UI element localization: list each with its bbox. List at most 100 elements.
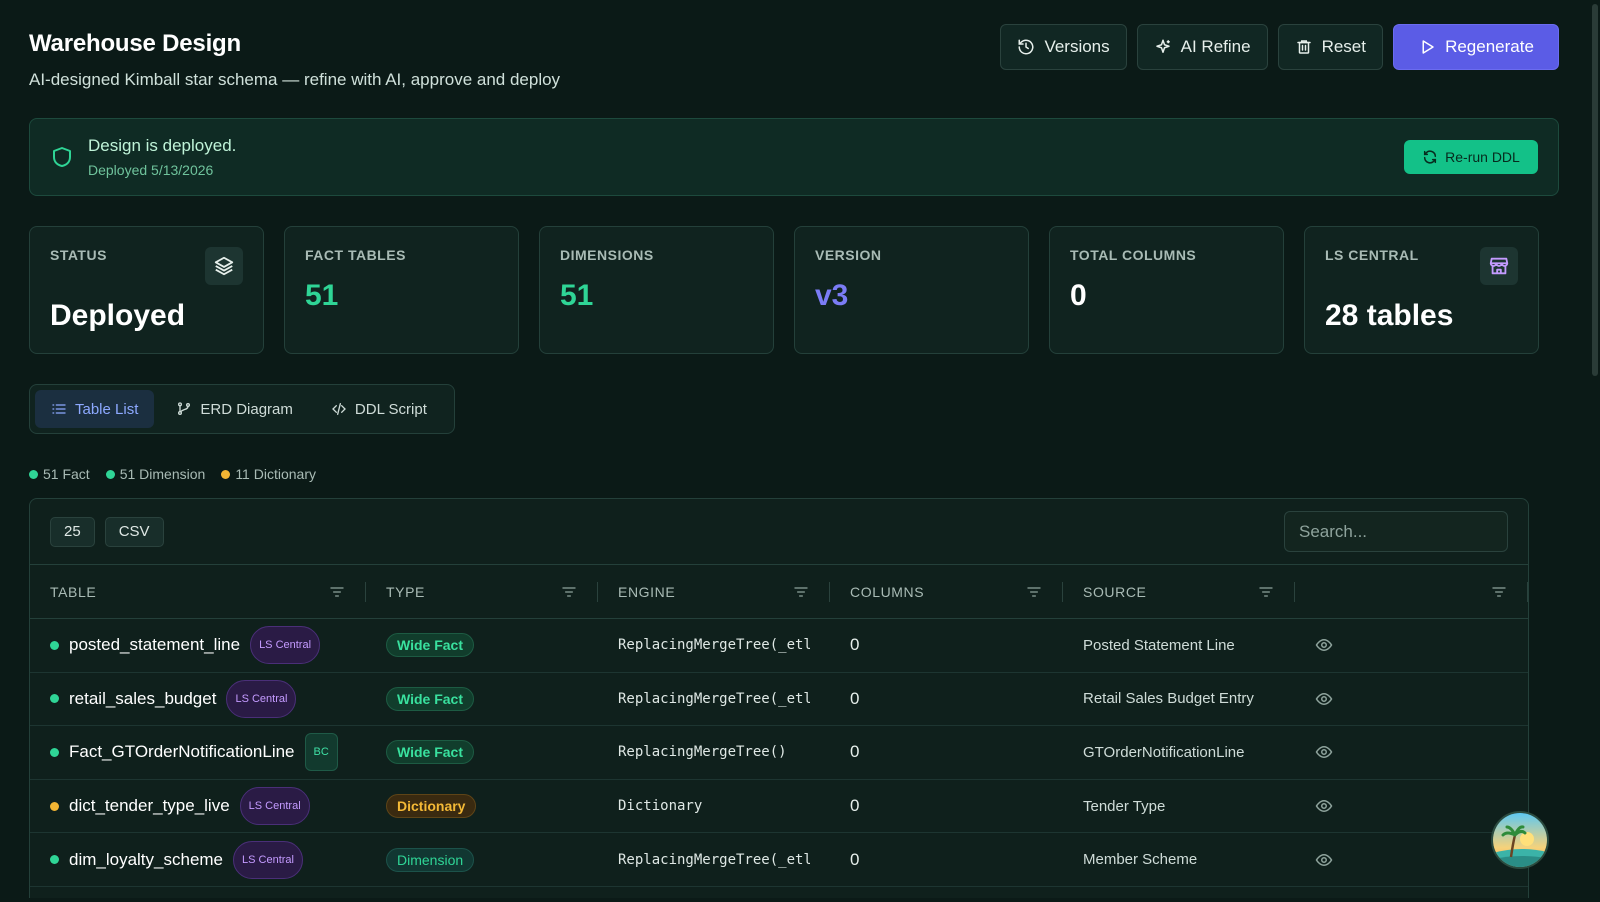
cell-columns: 0 [830,796,1063,816]
header-label: COLUMNS [850,583,925,600]
tab-label: ERD Diagram [200,400,293,418]
cell-source: Retail Sales Budget Entry [1063,690,1295,707]
table-row[interactable]: posted_statement_line LS Central Wide Fac… [30,619,1528,673]
cell-source: GTOrderNotificationLine [1063,744,1295,761]
stat-value: v3 [815,279,849,312]
page-scrollbar[interactable] [1590,0,1600,902]
tab-table-list[interactable]: Table List [35,390,155,428]
table-header: TABLE TYPE ENGINE COLUMNS SOURCE [30,565,1528,619]
cell-actions [1295,690,1528,708]
versions-button[interactable]: Versions [1000,24,1127,70]
sparkles-icon [1155,39,1170,53]
cell-actions [1295,851,1528,869]
eye-icon[interactable] [1315,690,1333,708]
filter-icon[interactable] [1258,584,1274,600]
filter-icon[interactable] [793,584,809,600]
table-row[interactable]: retail_sales_budget LS Central Wide Fact … [30,673,1528,727]
page-header: Warehouse Design AI-designed Kimball sta… [29,24,1559,94]
cell-columns: 0 [830,742,1063,762]
cell-engine: Dictionary [598,798,830,814]
column-header-type[interactable]: TYPE [366,581,598,602]
ai-refine-label: AI Refine [1180,37,1251,56]
trash-icon [1296,40,1311,54]
columns-count: 0 [850,796,860,816]
table-name: posted_statement_line [69,635,241,655]
stats-row: STATUS Deployed FACT TABLES 51 DIMENSION… [29,226,1559,354]
cell-columns: 0 [830,850,1063,870]
cell-columns: 0 [830,689,1063,709]
cell-engine: ReplacingMergeTree(_etl_ [598,637,830,653]
legend-dictionary: 11 Dictionary [221,466,316,482]
legend-label: 11 Dictionary [235,466,316,482]
header-label: TYPE [386,583,425,600]
cell-table: Fact_GTOrderNotificationLine BC [30,733,366,772]
rerun-ddl-button[interactable]: Re-run DDL [1404,140,1538,174]
eye-icon[interactable] [1315,743,1333,761]
shield-icon [53,147,71,167]
table-row[interactable]: Fact_GTOrderNotificationLine BC Wide Fact… [30,726,1528,780]
scrollbar-thumb[interactable] [1592,4,1598,376]
table-row[interactable]: dim_loyalty_scheme LS Central Dimension R… [30,833,1528,887]
table-name: retail_sales_budget [69,688,217,708]
cell-table: posted_statement_line LS Central [30,626,366,665]
csv-export-button[interactable]: CSV [104,516,164,547]
versions-label: Versions [1044,37,1110,56]
stat-value: 0 [1070,279,1087,312]
table-name: Fact_GTOrderNotificationLine [69,742,295,762]
status-dot [50,801,59,811]
cell-table: dim_loyalty_scheme LS Central [30,840,366,879]
legend-dimension: 51 Dimension [105,466,205,482]
reset-label: Reset [1321,37,1366,56]
cell-table: dict_tender_type_live LS Central [30,787,366,826]
column-header-engine[interactable]: ENGINE [598,581,830,602]
source-text: Posted Statement Line [1083,636,1235,654]
cell-engine: ReplacingMergeTree(_etl_ [598,852,830,868]
cell-source: Posted Statement Line [1063,637,1295,654]
type-badge: Dictionary [386,794,477,819]
filter-icon[interactable] [1491,584,1507,600]
eye-icon[interactable] [1315,797,1333,815]
layers-icon [205,247,243,285]
stat-value: 51 [560,279,594,312]
cell-type: Wide Fact [366,740,598,765]
assistant-avatar-button[interactable] [1491,811,1549,869]
cell-type: Wide Fact [366,686,598,711]
eye-icon[interactable] [1315,851,1333,869]
cell-columns: 0 [830,635,1063,655]
column-header-table[interactable]: TABLE [30,581,366,602]
column-header-columns[interactable]: COLUMNS [830,581,1063,602]
reset-button[interactable]: Reset [1277,24,1383,70]
columns-count: 0 [850,849,860,869]
type-badge: Dimension [386,847,475,872]
filter-icon[interactable] [1026,584,1042,600]
table-row[interactable]: dict_tender_type_live LS Central Dictiona… [30,780,1528,834]
page-subtitle: AI-designed Kimball star schema — refine… [29,70,561,89]
cell-actions [1295,636,1528,654]
filter-icon[interactable] [329,584,345,600]
page-size-select[interactable]: 25 [50,516,95,547]
tab-label: Table List [75,400,139,418]
eye-icon[interactable] [1315,636,1333,654]
columns-count: 0 [850,742,860,762]
cell-engine: ReplacingMergeTree() [598,744,830,760]
view-tabs: Table List ERD Diagram DDL Script [29,384,455,434]
stat-value: Deployed [50,299,186,332]
header-actions: Versions AI Refine Reset Regenerate [1000,24,1559,70]
status-dot [50,694,59,704]
ai-refine-button[interactable]: AI Refine [1136,24,1268,70]
regenerate-label: Regenerate [1445,37,1534,56]
column-header-actions[interactable] [1295,581,1528,602]
store-icon [1480,247,1518,285]
type-badge: Wide Fact [386,740,474,765]
cell-table: retail_sales_budget LS Central [30,679,366,718]
column-header-source[interactable]: SOURCE [1063,581,1295,602]
search-input[interactable] [1284,511,1508,552]
legend-dot [29,469,38,479]
tab-ddl-script[interactable]: DDL Script [315,390,443,428]
filter-icon[interactable] [561,584,577,600]
table-toolbar: 25 CSV [30,499,1528,565]
play-icon [1422,40,1434,54]
regenerate-button[interactable]: Regenerate [1393,24,1559,70]
tab-erd-diagram[interactable]: ERD Diagram [160,390,309,428]
engine-text: ReplacingMergeTree() [618,744,787,761]
